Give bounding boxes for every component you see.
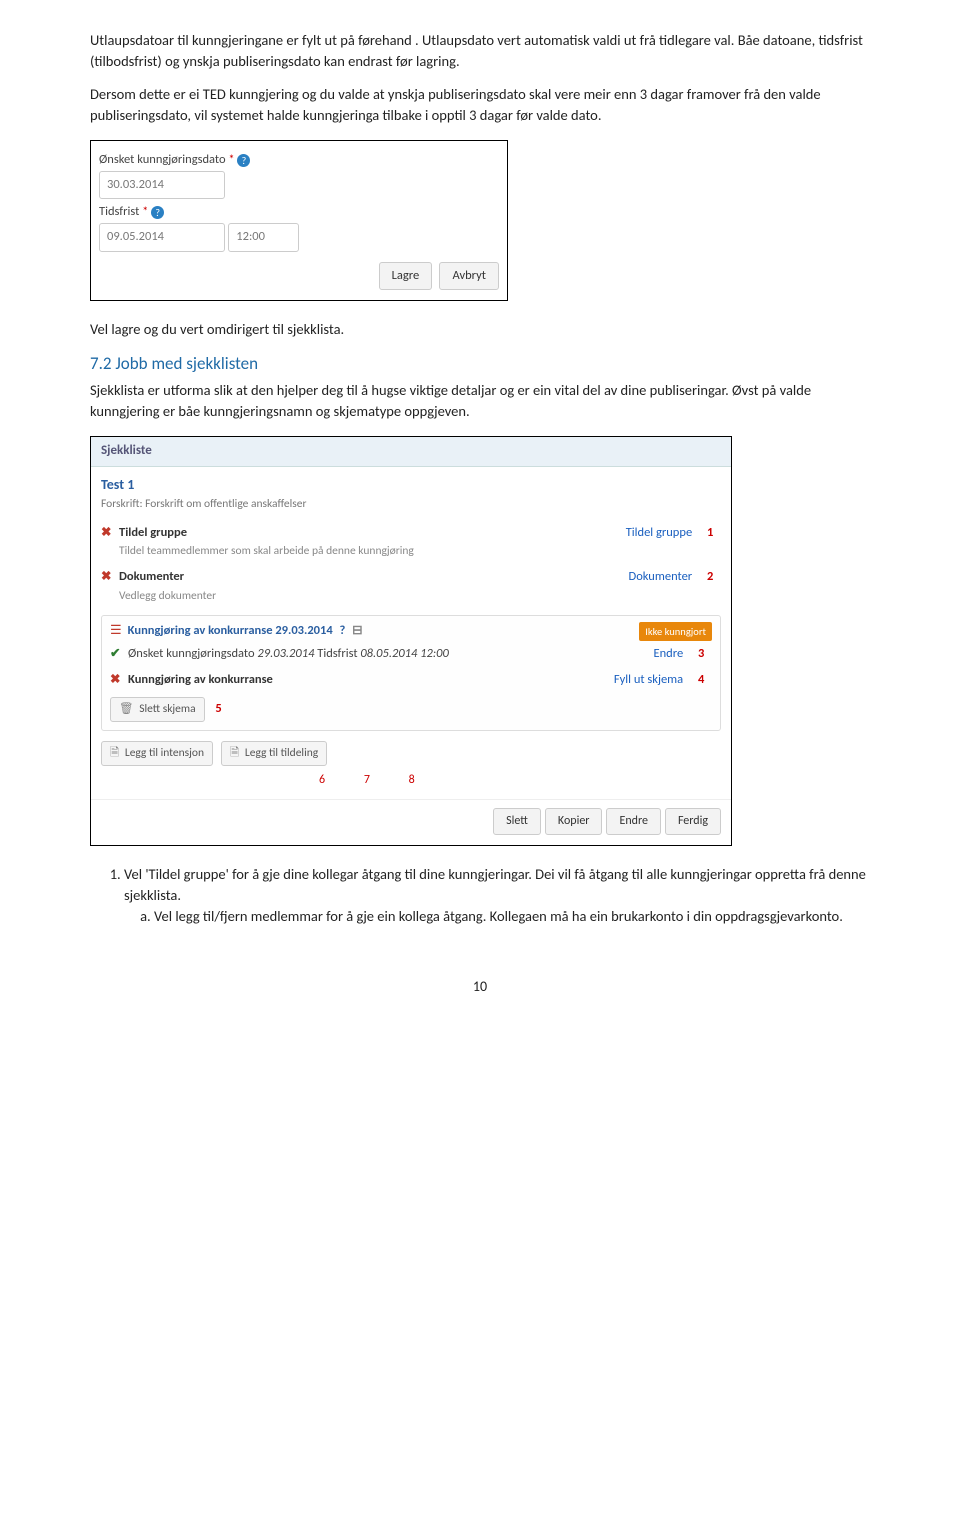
collapse-icon[interactable]: ⊟: [352, 623, 362, 638]
documents-link[interactable]: Dokumenter: [629, 569, 693, 584]
deadline-date-input[interactable]: 09.05.2014: [99, 223, 225, 251]
section-heading: 7.2 Jobb med sjekklisten: [90, 352, 870, 377]
ferdig-button[interactable]: Ferdig: [665, 808, 721, 835]
announcement-box: ☰ Kunngjøring av konkurranse 29.03.2014 …: [101, 615, 721, 731]
after-dates-paragraph: Vel lagre og du vert omdirigert til sjek…: [90, 319, 870, 340]
list-item: Vel 'Tildel gruppe' for å gje dine kolle…: [124, 864, 870, 927]
slett-button[interactable]: Slett: [493, 808, 541, 835]
checklist-subtitle: Forskrift: Forskrift om offentlige anska…: [101, 496, 721, 513]
assign-group-link[interactable]: Tildel gruppe: [626, 525, 692, 540]
checklist-title: Test 1: [101, 475, 721, 495]
doc-icon: 🗎: [110, 746, 119, 760]
checklist-row: ✔ Ønsket kunngjøringsdato 29.03.2014 Tid…: [110, 641, 712, 667]
x-icon: ✖: [101, 524, 119, 542]
add-intention-button[interactable]: 🗎 Legg til intensjon: [101, 741, 213, 766]
add-award-button[interactable]: 🗎 Legg til tildeling: [221, 741, 327, 766]
drag-icon[interactable]: ☰: [110, 622, 122, 641]
trash-icon: 🗑: [119, 702, 134, 716]
fill-form-link[interactable]: Fyll ut skjema: [614, 672, 683, 687]
x-icon: ✖: [110, 671, 128, 689]
edit-dates-link[interactable]: Endre: [654, 646, 684, 661]
section-paragraph: Sjekklista er utforma slik at den hjelpe…: [90, 380, 870, 422]
intro-paragraph-1: Utlaupsdatoar til kunngjeringane er fylt…: [90, 30, 870, 72]
status-badge: Ikke kunngjort: [639, 622, 712, 641]
deadline-label: Tidsfrist * ?: [99, 203, 499, 221]
checklist-row: ✖ Kunngjøring av konkurranse Fyll ut skj…: [110, 667, 712, 693]
pubdate-label: Ønsket kunngjøringsdato * ?: [99, 151, 499, 169]
kopier-button[interactable]: Kopier: [545, 808, 603, 835]
deadline-time-input[interactable]: 12:00: [228, 223, 299, 251]
cancel-button[interactable]: Avbryt: [439, 262, 499, 290]
help-icon[interactable]: ?: [237, 154, 250, 167]
check-icon: ✔: [110, 645, 128, 663]
intro-paragraph-2: Dersom dette er ei TED kunngjering og du…: [90, 84, 870, 126]
help-icon[interactable]: ?: [340, 623, 346, 638]
list-item: Vel legg til/fjern medlemmar for å gje e…: [154, 906, 870, 927]
help-icon[interactable]: ?: [151, 206, 164, 219]
delete-schema-button[interactable]: 🗑 Slett skjema: [110, 697, 205, 722]
checklist-panel: Sjekkliste Test 1 Forskrift: Forskrift o…: [90, 436, 732, 846]
pubdate-input[interactable]: 30.03.2014: [99, 171, 225, 199]
page-number: 10: [90, 977, 870, 997]
save-button[interactable]: Lagre: [379, 262, 433, 290]
checklist-header: Sjekkliste: [91, 437, 731, 467]
doc-icon: 🗎: [230, 746, 239, 760]
endre-button[interactable]: Endre: [606, 808, 660, 835]
numbered-list: Vel 'Tildel gruppe' for å gje dine kolle…: [90, 864, 870, 927]
dates-panel: Ønsket kunngjøringsdato * ? 30.03.2014 T…: [90, 140, 508, 301]
checklist-row: ✖ Tildel gruppe Tildel teammedlemmer som…: [101, 520, 721, 564]
checklist-row: ✖ Dokumenter Vedlegg dokumenter Dokument…: [101, 564, 721, 608]
x-icon: ✖: [101, 568, 119, 586]
